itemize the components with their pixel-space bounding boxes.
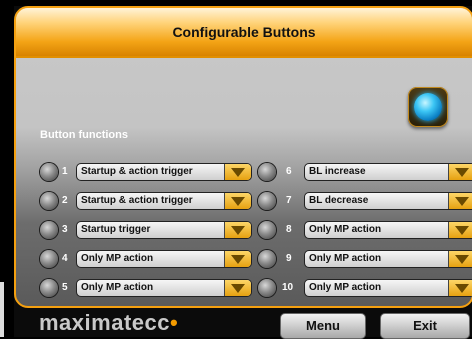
content-panel: Configurable Buttons Button functions 1 … (14, 6, 472, 308)
function-dropdown-1[interactable]: Startup & action trigger (76, 163, 252, 181)
button-row-10: 10 Only MP action (258, 278, 472, 298)
dropdown-arrow-icon[interactable] (224, 280, 251, 296)
dropdown-arrow-icon[interactable] (448, 164, 472, 180)
button-number: 6 (286, 166, 292, 177)
dropdown-arrow-icon[interactable] (224, 251, 251, 267)
left-edge-strip (0, 282, 4, 337)
button-row-5: 5 Only MP action (40, 278, 252, 298)
title-bar: Configurable Buttons (16, 8, 472, 58)
dropdown-value: Startup trigger (81, 224, 151, 235)
dropdown-value: BL increase (309, 166, 366, 177)
indicator-led-icon[interactable] (258, 250, 276, 268)
button-row-2: 2 Startup & action trigger (40, 191, 252, 211)
dropdown-arrow-icon[interactable] (224, 164, 251, 180)
button-preview-icon (414, 93, 442, 121)
function-dropdown-8[interactable]: Only MP action (304, 221, 472, 239)
dropdown-value: Startup & action trigger (81, 166, 193, 177)
dropdown-value: Only MP action (309, 253, 382, 264)
button-row-8: 8 Only MP action (258, 220, 472, 240)
button-row-1: 1 Startup & action trigger (40, 162, 252, 182)
footer-bar: maximatecc• Menu Exit (14, 306, 472, 339)
button-row-3: 3 Startup trigger (40, 220, 252, 240)
function-dropdown-4[interactable]: Only MP action (76, 250, 252, 268)
button-row-6: 6 BL increase (258, 162, 472, 182)
button-preview[interactable] (408, 87, 448, 127)
indicator-led-icon[interactable] (40, 279, 58, 297)
button-row-9: 9 Only MP action (258, 249, 472, 269)
button-number: 3 (62, 224, 68, 235)
brand-logo: maximatecc• (39, 310, 178, 336)
indicator-led-icon[interactable] (258, 221, 276, 239)
indicator-led-icon[interactable] (40, 192, 58, 210)
function-dropdown-9[interactable]: Only MP action (304, 250, 472, 268)
dropdown-arrow-icon[interactable] (224, 222, 251, 238)
indicator-led-icon[interactable] (258, 163, 276, 181)
button-number: 9 (286, 253, 292, 264)
section-label: Button functions (40, 129, 128, 141)
button-row-4: 4 Only MP action (40, 249, 252, 269)
dropdown-value: Startup & action trigger (81, 195, 193, 206)
button-number: 1 (62, 166, 68, 177)
indicator-led-icon[interactable] (40, 221, 58, 239)
dropdown-value: BL decrease (309, 195, 369, 206)
button-number: 10 (282, 282, 294, 293)
button-number: 7 (286, 195, 292, 206)
page-title: Configurable Buttons (172, 24, 316, 40)
dropdown-arrow-icon[interactable] (224, 193, 251, 209)
dropdown-value: Only MP action (81, 282, 154, 293)
exit-button[interactable]: Exit (380, 313, 470, 339)
indicator-led-icon[interactable] (40, 250, 58, 268)
dropdown-value: Only MP action (309, 224, 382, 235)
indicator-led-icon[interactable] (258, 279, 276, 297)
function-dropdown-7[interactable]: BL decrease (304, 192, 472, 210)
logo-dot: • (169, 310, 179, 335)
function-dropdown-3[interactable]: Startup trigger (76, 221, 252, 239)
dropdown-value: Only MP action (81, 253, 154, 264)
function-dropdown-10[interactable]: Only MP action (304, 279, 472, 297)
dropdown-arrow-icon[interactable] (448, 193, 472, 209)
function-dropdown-6[interactable]: BL increase (304, 163, 472, 181)
dropdown-value: Only MP action (309, 282, 382, 293)
device-screen: Configurable Buttons Button functions 1 … (14, 6, 472, 339)
button-row-7: 7 BL decrease (258, 191, 472, 211)
function-dropdown-5[interactable]: Only MP action (76, 279, 252, 297)
button-number: 2 (62, 195, 68, 206)
logo-text: maximatecc (39, 310, 170, 335)
function-dropdown-2[interactable]: Startup & action trigger (76, 192, 252, 210)
button-number: 5 (62, 282, 68, 293)
menu-button[interactable]: Menu (280, 313, 366, 339)
indicator-led-icon[interactable] (40, 163, 58, 181)
indicator-led-icon[interactable] (258, 192, 276, 210)
button-number: 4 (62, 253, 68, 264)
dropdown-arrow-icon[interactable] (448, 251, 472, 267)
button-number: 8 (286, 224, 292, 235)
dropdown-arrow-icon[interactable] (448, 222, 472, 238)
dropdown-arrow-icon[interactable] (448, 280, 472, 296)
